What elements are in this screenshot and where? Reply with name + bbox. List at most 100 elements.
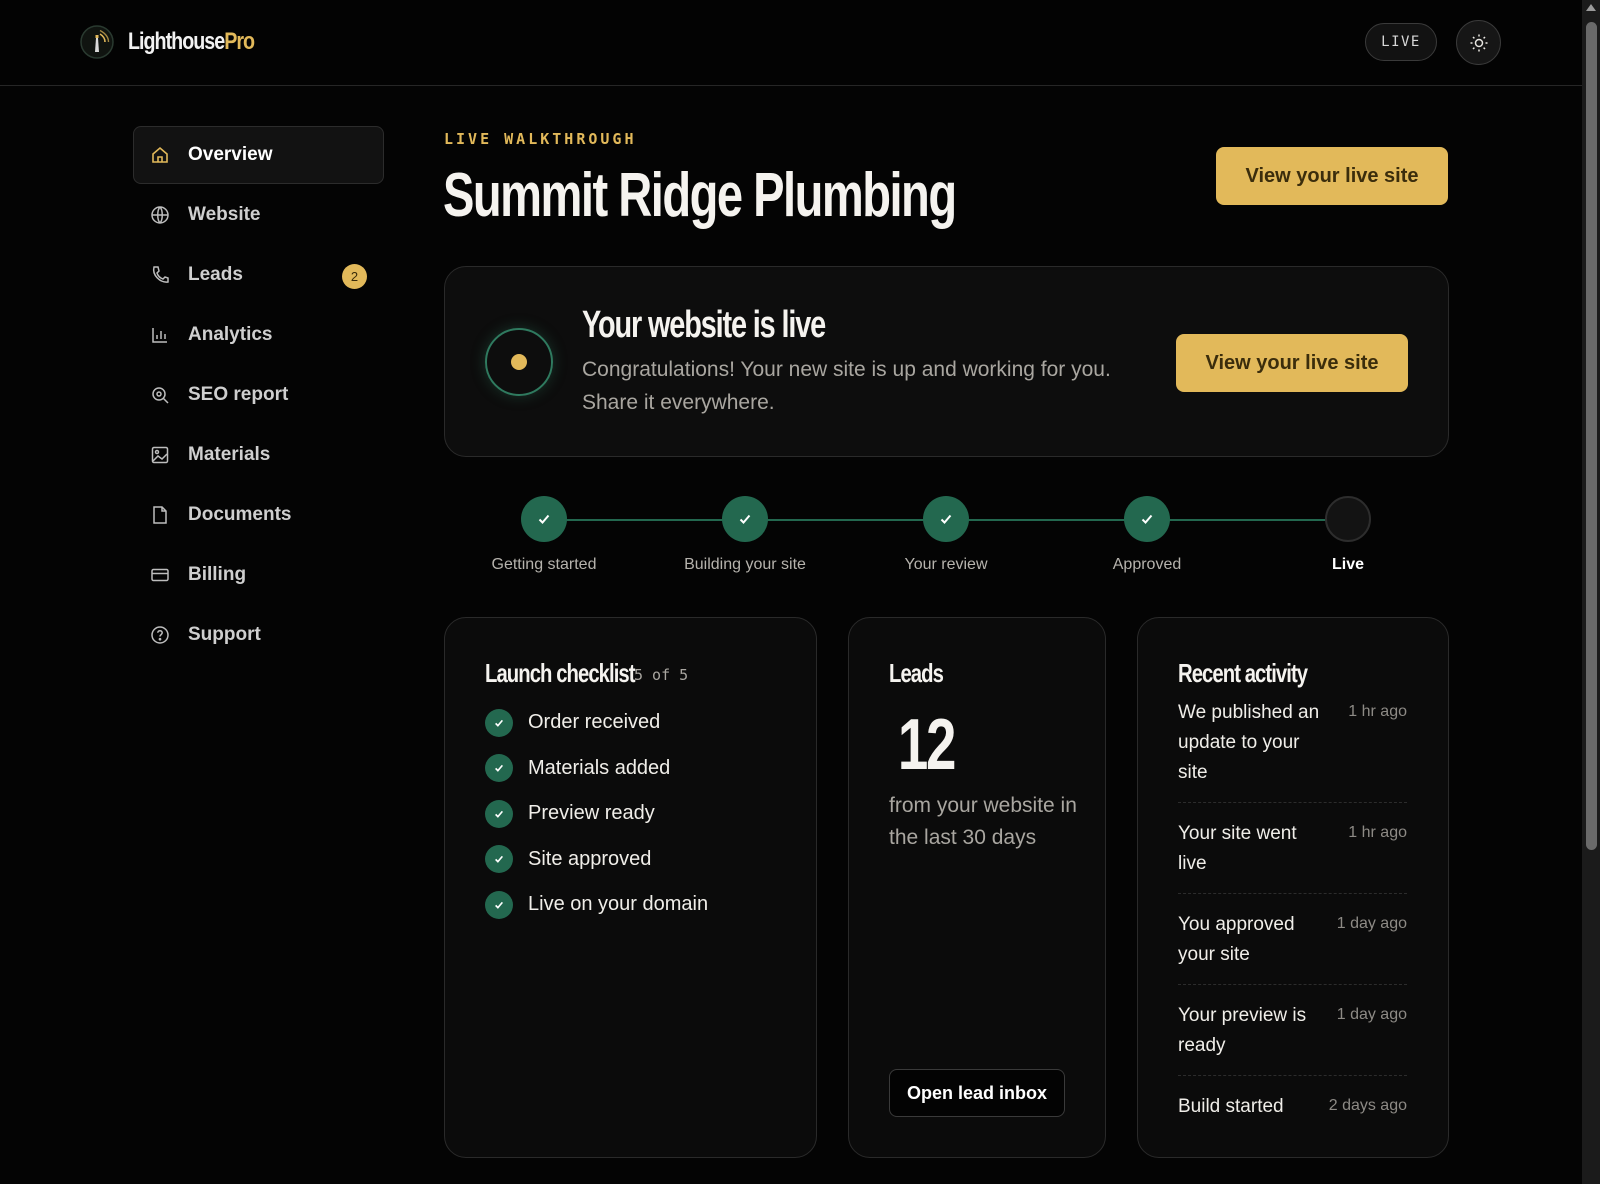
theme-toggle-button[interactable] [1456,20,1501,65]
activity-time: 1 hr ago [1348,824,1407,841]
step-complete-indicator [923,496,969,542]
step-complete-indicator [1124,496,1170,542]
leads-title: Leads [889,658,944,688]
sidebar-item-seo-report[interactable]: SEO report [133,366,384,424]
scrollbar[interactable] [1582,0,1600,1184]
activity-text: Your site went live [1178,823,1297,874]
step-complete-indicator [722,496,768,542]
sidebar-item-documents[interactable]: Documents [133,486,384,544]
step-approved: Approved [1067,496,1227,574]
leads-card: Leads 12 from your website in the last 3… [848,617,1106,1158]
live-card-subtitle: Congratulations! Your new site is up and… [582,358,1111,414]
launch-checklist-card: Launch checklist 5 of 5 Order received M… [444,617,817,1158]
activity-text: We published an update to your site [1178,702,1320,783]
check-icon [739,514,751,524]
check-icon [485,754,513,783]
step-live: Live [1268,496,1428,574]
home-icon [150,145,170,165]
sidebar-item-label: Billing [188,564,247,585]
lighthouse-logo-icon [80,25,114,59]
step-label: Building your site [684,556,806,573]
document-icon [150,505,170,525]
checklist-item: Materials added [485,746,708,792]
live-status-pill: LIVE [1365,23,1437,61]
phone-icon [150,265,170,285]
step-label: Live [1331,556,1364,573]
sidebar-item-support[interactable]: Support [133,606,384,664]
check-icon [1141,514,1153,524]
sidebar-item-analytics[interactable]: Analytics [133,306,384,364]
check-icon [940,514,952,524]
sidebar-item-overview[interactable]: Overview [133,126,384,184]
step-label: Your review [904,556,988,573]
activity-item: Your site went live 1 hr ago [1178,819,1407,894]
step-getting-started: Getting started [464,496,624,574]
activity-text: Build started [1178,1096,1284,1117]
activity-time: 1 day ago [1336,1006,1407,1023]
activity-item: You approved your site 1 day ago [1178,910,1407,985]
sidebar-item-label: SEO report [188,384,289,405]
step-complete-indicator [521,496,567,542]
checklist-item-label: Live on your domain [528,893,709,916]
recent-activity-card: Recent activity We published an update t… [1137,617,1449,1158]
live-status-card: Your website is live Congratulations! Yo… [444,266,1449,457]
scroll-thumb[interactable] [1586,22,1597,850]
checklist-items: Order received Materials added Preview r… [485,700,708,928]
checklist-item-label: Preview ready [528,802,655,825]
sidebar-item-label: Support [188,624,261,645]
check-icon [485,845,513,874]
activity-text: You approved your site [1178,914,1295,965]
checklist-item: Site approved [485,837,708,883]
checklist-item: Preview ready [485,791,708,837]
credit-card-icon [150,565,170,585]
live-card-title: Your website is live [582,304,826,346]
activity-item: Your preview is ready 1 day ago [1178,1001,1407,1076]
live-pulse-indicator [485,328,553,396]
check-icon [485,708,513,737]
activity-item: We published an update to your site 1 hr… [1178,698,1407,803]
checklist-count: 5 of 5 [634,666,689,684]
progress-stepper: Getting started Building your site Your … [444,496,1449,576]
view-live-site-button[interactable]: View your live site [1216,147,1448,205]
sidebar-item-label: Leads [188,264,243,285]
search-icon [150,385,170,405]
sidebar-item-leads[interactable]: Leads 2 [133,246,384,304]
activity-time: 1 day ago [1336,915,1407,932]
step-building-your-site: Building your site [665,496,825,574]
sidebar-item-materials[interactable]: Materials [133,426,384,484]
leads-subtitle: from your website in the last 30 days [889,794,1077,849]
help-circle-icon [150,625,170,645]
sidebar-item-website[interactable]: Website [133,186,384,244]
scroll-up-icon[interactable] [1586,4,1596,11]
top-bar: LighthousePro LIVE [0,0,1582,86]
live-card-view-site-button[interactable]: View your live site [1176,334,1408,392]
page-eyebrow: LIVE WALKTHROUGH [444,130,637,148]
sidebar-item-billing[interactable]: Billing [133,546,384,604]
step-pending-indicator [1325,496,1371,542]
open-lead-inbox-button[interactable]: Open lead inbox [889,1069,1065,1117]
sidebar-item-label: Documents [188,504,292,525]
sidebar-item-label: Materials [188,444,271,465]
bar-chart-icon [150,325,170,345]
sidebar-item-label: Analytics [188,324,273,345]
checklist-item: Order received [485,700,708,746]
activity-title: Recent activity [1178,658,1308,688]
step-label: Getting started [491,556,597,573]
activity-time: 1 hr ago [1348,703,1407,720]
image-icon [150,445,170,465]
page-title: Summit Ridge Plumbing [443,161,957,230]
activity-time: 2 days ago [1328,1097,1407,1114]
step-label: Approved [1112,556,1182,573]
checklist-title: Launch checklist [485,658,636,688]
live-dot [511,354,527,370]
checklist-item-label: Site approved [528,847,652,870]
brand-name: LighthousePro [128,28,255,55]
check-icon [538,514,550,524]
sidebar-nav: Overview Website Leads 2 Analytics SEO r… [133,126,384,666]
checklist-item-label: Materials added [528,756,671,779]
brand-logo[interactable]: LighthousePro [80,25,282,59]
sun-icon [1470,34,1487,51]
checklist-item: Live on your domain [485,882,708,928]
leads-count: 12 [897,705,957,785]
sidebar-item-label: Website [188,204,261,225]
